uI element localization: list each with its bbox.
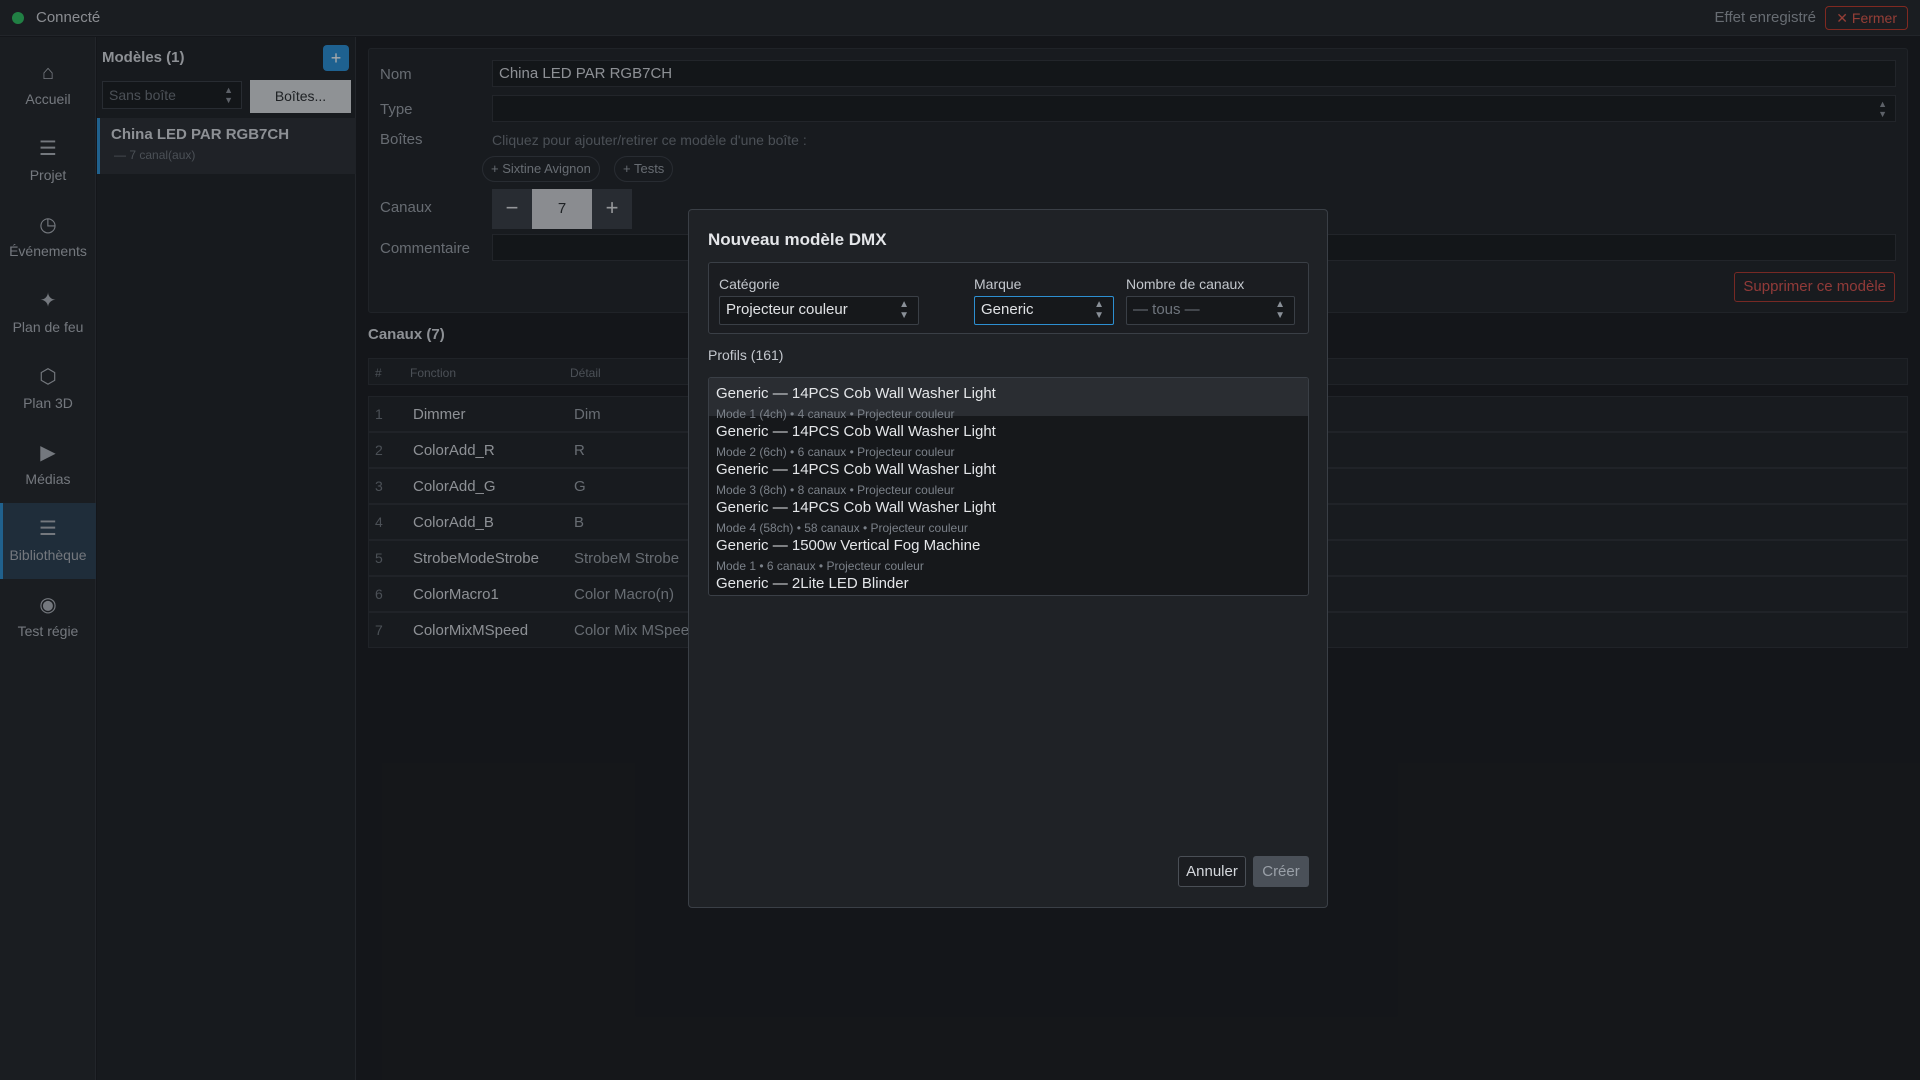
profile-filters: Catégorie Projecteur couleur ▲ ▼ Marque G… xyxy=(708,262,1309,334)
create-button[interactable]: Créer xyxy=(1253,856,1309,887)
category-select[interactable]: Projecteur couleur ▲ ▼ xyxy=(719,296,919,325)
brand-select[interactable]: Generic ▲ ▼ xyxy=(974,296,1114,325)
new-dmx-model-dialog: Nouveau modèle DMX Catégorie Projecteur … xyxy=(688,209,1328,908)
brand-label: Marque xyxy=(974,276,1022,292)
profile-title: Generic — 2Lite LED Blinder xyxy=(716,575,909,592)
profile-title: Generic — 1500w Vertical Fog Machine xyxy=(716,537,981,554)
profile-title: Generic — 14PCS Cob Wall Washer Light xyxy=(716,499,996,516)
list-item[interactable]: Generic — 2Lite LED Blinder xyxy=(709,568,1308,595)
profile-title: Generic — 14PCS Cob Wall Washer Light xyxy=(716,385,996,402)
profile-title: Generic — 14PCS Cob Wall Washer Light xyxy=(716,423,996,440)
channel-count-select[interactable]: — tous — ▲ ▼ xyxy=(1126,296,1295,325)
list-item[interactable]: Generic — 14PCS Cob Wall Washer Light Mo… xyxy=(709,378,1308,421)
chevron-updown-icon: ▲ ▼ xyxy=(899,299,909,321)
cancel-button[interactable]: Annuler xyxy=(1178,856,1246,887)
channel-count-value: — tous — xyxy=(1133,301,1200,318)
list-item[interactable]: Generic — 14PCS Cob Wall Washer Light Mo… xyxy=(709,492,1308,535)
list-item[interactable]: Generic — 1500w Vertical Fog Machine Mod… xyxy=(709,530,1308,573)
profiles-list[interactable]: Generic — 14PCS Cob Wall Washer Light Mo… xyxy=(708,377,1309,596)
chevron-updown-icon: ▲ ▼ xyxy=(1094,299,1104,321)
channel-count-label: Nombre de canaux xyxy=(1126,276,1245,292)
chevron-updown-icon: ▲ ▼ xyxy=(1275,299,1285,321)
list-item[interactable]: Generic — 14PCS Cob Wall Washer Light Mo… xyxy=(709,454,1308,497)
profiles-label: Profils (161) xyxy=(708,347,784,363)
dialog-title: Nouveau modèle DMX xyxy=(708,230,887,249)
list-item[interactable]: Generic — 14PCS Cob Wall Washer Light Mo… xyxy=(709,416,1308,459)
profile-title: Generic — 14PCS Cob Wall Washer Light xyxy=(716,461,996,478)
category-label: Catégorie xyxy=(719,276,780,292)
brand-value: Generic xyxy=(981,301,1034,318)
category-value: Projecteur couleur xyxy=(726,301,848,318)
